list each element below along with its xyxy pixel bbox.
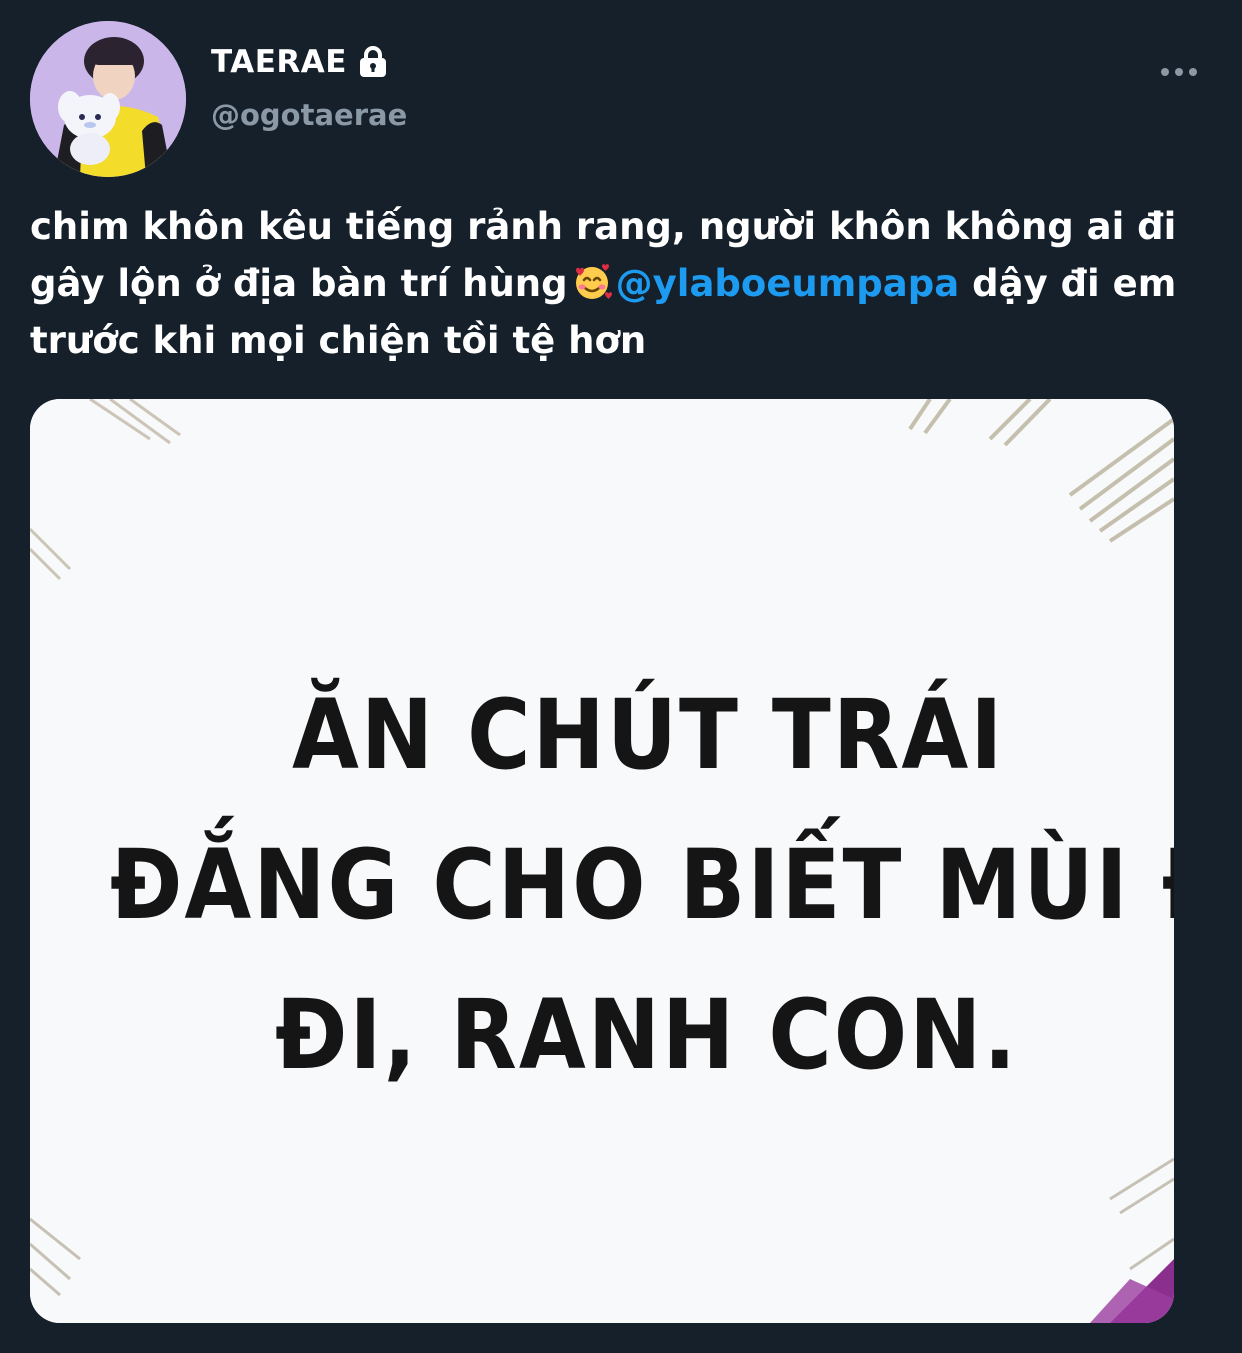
more-options-button[interactable] [1152,56,1206,88]
tweet-text-segment: gây lộn ở địa bàn trí hùng [30,262,568,305]
smiling-face-with-hearts-icon [572,261,612,301]
profile-avatar-image [30,21,186,177]
display-name[interactable]: TAERAE [211,44,347,80]
tweet-card: TAERAE @ogotaerae chim khôn kêu tiếng rả… [0,0,1242,1353]
tweet-text-line-3: trước khi mọi chiện tồi tệ hơn [30,319,647,362]
meme-caption-line-2: ĐẮNG CHO BIẾT MÙI ĐỜI [110,829,1174,941]
user-handle[interactable]: @ogotaerae [211,98,407,132]
tweet-text-line-2: gây lộn ở địa bàn trí hùng @ylaboeumpapa… [30,255,1215,312]
tweet-text: chim khôn kêu tiếng rảnh rang, người khô… [30,198,1215,369]
meme-caption-line-1: ĂN CHÚT TRÁI [292,679,1005,791]
tweet-text-line-1: chim khôn kêu tiếng rảnh rang, người khô… [30,205,1177,248]
display-name-row: TAERAE [211,40,391,84]
more-horizontal-icon [1161,68,1197,76]
avatar[interactable] [30,21,186,177]
meme-caption-line-3: ĐI, RANH CON. [275,979,1019,1091]
mention-link[interactable]: @ylaboeumpapa [616,262,960,305]
tweet-media-image[interactable]: ĂN CHÚT TRÁI ĐẮNG CHO BIẾT MÙI ĐỜI ĐI, R… [30,399,1174,1323]
lock-icon [355,44,391,80]
tweet-text-segment: dậy đi em [972,262,1177,305]
